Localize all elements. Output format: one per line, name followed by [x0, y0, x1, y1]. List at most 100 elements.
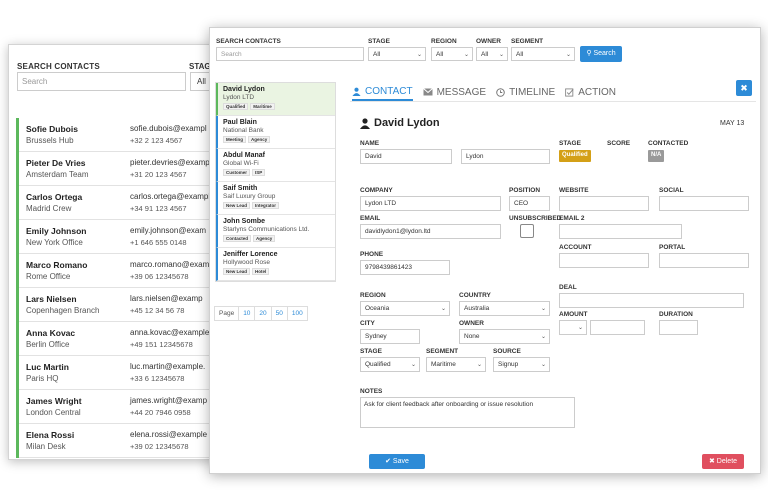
delete-button[interactable]: ✖ Delete — [702, 454, 744, 469]
country-select[interactable]: Australia ⌄ — [459, 301, 550, 316]
search-button[interactable]: ⚲ Search — [580, 46, 622, 62]
chevron-down-icon: ⌄ — [476, 362, 482, 368]
region-select[interactable]: Oceania ⌄ — [360, 301, 450, 316]
close-button[interactable]: ✖ — [736, 80, 752, 96]
unsubscribed-checkbox[interactable] — [520, 224, 534, 238]
company-field[interactable]: Lydon LTD — [360, 196, 501, 211]
notes-textarea[interactable]: Ask for client feedback after onboarding… — [360, 397, 575, 428]
contact-tag: Maritime — [250, 103, 275, 110]
source-select[interactable]: Signup ⌄ — [493, 357, 550, 372]
pagination: Page 10 20 50 100 — [214, 306, 308, 321]
website-field[interactable] — [559, 196, 649, 211]
phone-label: PHONE — [360, 251, 384, 258]
email2-label: EMAIL 2 — [559, 215, 585, 222]
segment-select[interactable]: Maritime ⌄ — [426, 357, 486, 372]
owner-filter-select[interactable]: All ⌄ — [476, 47, 508, 61]
back-table-row[interactable]: Elena Rossi Milan Desk elena.rossi@example… — [19, 424, 213, 458]
page-size-20[interactable]: 20 — [255, 307, 272, 320]
duration-field[interactable] — [659, 320, 698, 335]
search-input[interactable]: Search — [216, 47, 364, 61]
contact-list-item[interactable]: Abdul Manaf Global Wi-Fi Customer ISP — [216, 149, 335, 182]
website-label: WEBSITE — [559, 187, 589, 194]
back-table-row[interactable]: Anna Kovac Berlin Office anna.kovac@exampl… — [19, 322, 213, 356]
tab-contact[interactable]: CONTACT — [352, 83, 413, 101]
city-field[interactable]: Sydney — [360, 329, 420, 344]
deal-field[interactable] — [559, 293, 744, 308]
back-contact-list: Sofie Dubois Brussels Hub sofie.dubois@exa… — [16, 118, 213, 458]
last-name-field[interactable]: Lydon — [461, 149, 550, 164]
account-field[interactable] — [559, 253, 649, 268]
back-table-row[interactable]: Pieter De Vries Amsterdam Team pieter.devr… — [19, 152, 213, 186]
chevron-down-icon: ⌄ — [540, 334, 546, 340]
source-value: Signup — [498, 361, 519, 368]
back-row-email: james.wright@examp — [130, 396, 208, 405]
page-size-10[interactable]: 10 — [239, 307, 256, 320]
tab-message[interactable]: MESSAGE — [422, 83, 486, 101]
tab-timeline[interactable]: TIMELINE — [496, 83, 555, 101]
contact-list-item[interactable]: John Sombe Starlyns Communications Ltd. Co… — [216, 215, 335, 248]
back-row-name: Marco Romano — [26, 260, 88, 270]
back-table-row[interactable]: James Wright London Central james.wright@e… — [19, 390, 213, 424]
tab-action[interactable]: ACTION — [565, 83, 616, 101]
first-name-field[interactable]: David — [360, 149, 452, 164]
tab-divider — [350, 101, 756, 102]
unsubscribed-label: UNSUBSCRIBED — [509, 215, 562, 222]
amount-field[interactable] — [590, 320, 645, 335]
back-row-team: Madrid Crew — [26, 204, 72, 213]
region-value: Oceania — [365, 305, 390, 312]
contacted-label: CONTACTED — [648, 140, 689, 147]
segment-filter-select[interactable]: All ⌄ — [511, 47, 575, 61]
search-button-label: Search — [593, 50, 616, 57]
contact-tags: Customer ISP — [223, 169, 330, 176]
social-field[interactable] — [659, 196, 749, 211]
position-field[interactable]: CEO — [509, 196, 550, 211]
delete-button-label: Delete — [716, 458, 738, 465]
user-icon — [352, 87, 361, 96]
back-row-email: carlos.ortega@exampl — [130, 192, 211, 201]
back-table-row[interactable]: Sofie Dubois Brussels Hub sofie.dubois@exa… — [19, 118, 213, 152]
back-table-row[interactable]: Luc Martin Paris HQ luc.martin@example. +33… — [19, 356, 213, 390]
contact-tag: Integrator — [252, 202, 280, 209]
contact-tag: Contacted — [223, 235, 252, 242]
currency-select[interactable]: ⌄ — [559, 320, 587, 335]
contact-tags: New Lead Hotel — [223, 268, 330, 275]
back-row-email: pieter.devries@examp — [130, 158, 210, 167]
segment-filter-value: All — [516, 51, 524, 58]
duration-label: DURATION — [659, 311, 693, 318]
back-row-phone: +34 91 123 4567 — [130, 204, 187, 213]
contact-list-item[interactable]: David Lydon Lydon LTD Qualified Maritime — [216, 83, 335, 116]
contact-list-item[interactable]: Saif Smith Saif Luxury Group New Lead Integ… — [216, 182, 335, 215]
portal-field[interactable] — [659, 253, 749, 268]
back-search-input[interactable]: Search — [17, 72, 186, 91]
back-table-row[interactable]: Marco Romano Rome Office marco.romano@exam… — [19, 254, 213, 288]
contact-name: David Lydon — [223, 86, 265, 93]
region-label: REGION — [360, 292, 386, 299]
save-button[interactable]: ✔ Save — [369, 454, 425, 469]
back-row-phone: +39 02 12345678 — [130, 442, 189, 451]
back-row-phone: +32 2 123 4567 — [130, 136, 183, 145]
back-row-email: anna.kovac@example — [130, 328, 210, 337]
check-icon: ✔ — [385, 458, 391, 465]
page-size-100[interactable]: 100 — [288, 307, 307, 320]
page-label: Page — [215, 307, 240, 320]
stage-select[interactable]: Qualified ⌄ — [360, 357, 420, 372]
contact-title: David Lydon — [360, 117, 440, 129]
score-label: SCORE — [607, 140, 631, 147]
contact-list-item[interactable]: Paul Blain National Bank Meeting Agency — [216, 116, 335, 149]
region-filter-select[interactable]: All ⌄ — [431, 47, 473, 61]
page-size-50[interactable]: 50 — [272, 307, 288, 320]
contact-name: John Sombe — [223, 218, 266, 225]
back-table-row[interactable]: Lars Nielsen Copenhagen Branch lars.nielse… — [19, 288, 213, 322]
close-icon: ✖ — [708, 458, 715, 465]
contact-tag: ISP — [252, 169, 266, 176]
email2-field[interactable] — [559, 224, 682, 239]
back-table-row[interactable]: Carlos Ortega Madrid Crew carlos.ortega@ex… — [19, 186, 213, 220]
email-field[interactable]: davidlydon1@lydon.ltd — [360, 224, 501, 239]
stage-filter-select[interactable]: All ⌄ — [368, 47, 426, 61]
back-row-phone: +45 12 34 56 78 — [130, 306, 185, 315]
contact-list-item[interactable]: Jeniffer Lorence Hollywood Rose New Lead Ho… — [216, 248, 335, 281]
owner-select[interactable]: None ⌄ — [459, 329, 550, 344]
phone-field[interactable]: 9798439861423 — [360, 260, 450, 275]
back-table-row[interactable]: Emily Johnson New York Office emily.johnso… — [19, 220, 213, 254]
segment-label: SEGMENT — [426, 348, 459, 355]
